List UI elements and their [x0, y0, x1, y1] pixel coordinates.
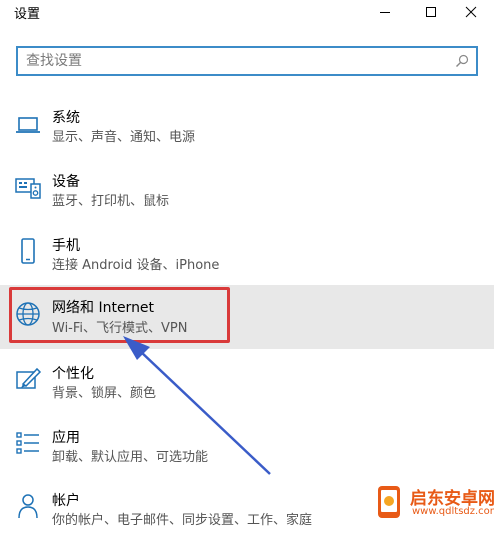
watermark-url: www.qdltsdz.com: [412, 506, 494, 517]
annotation-arrow: [123, 336, 271, 475]
phone-logo-icon: [378, 486, 400, 518]
watermark: 启东安卓网 www.qdltsdz.com: [368, 480, 494, 524]
